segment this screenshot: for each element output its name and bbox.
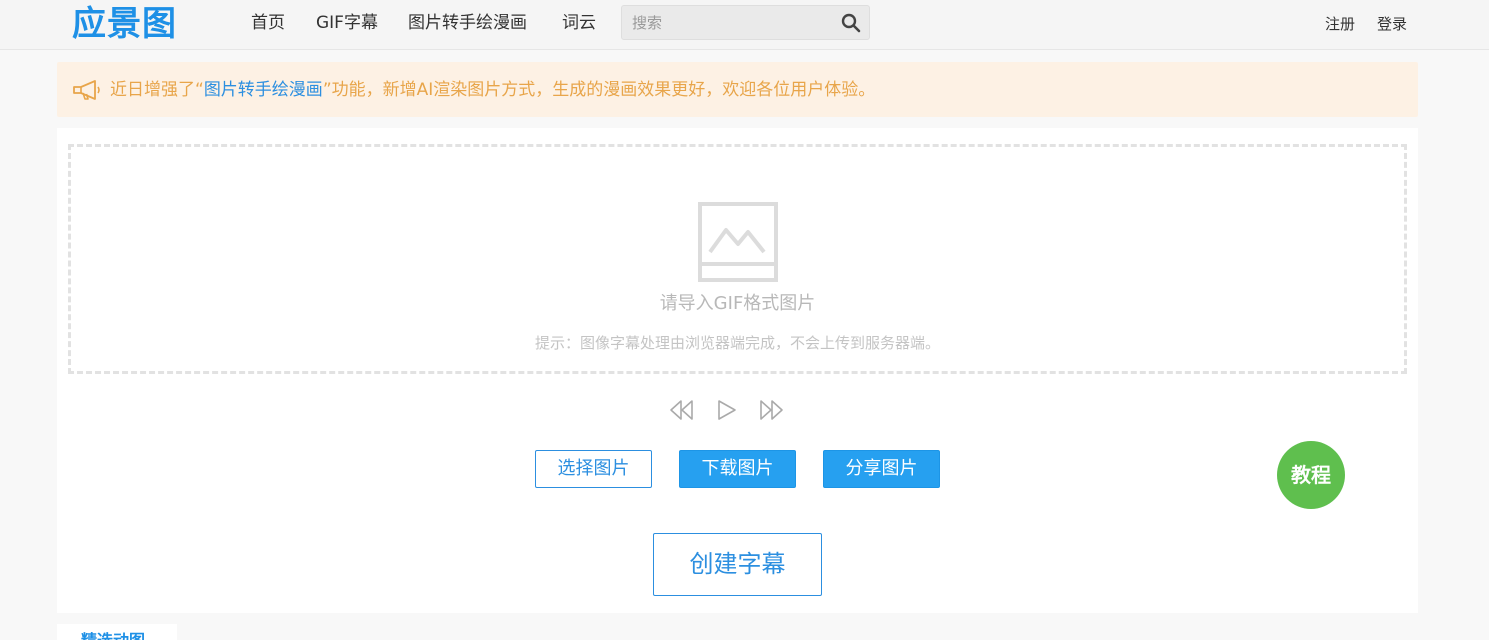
nav-photo-to-comic[interactable]: 图片转手绘漫画 — [408, 12, 527, 34]
gif-upload-dropzone[interactable]: 请导入GIF格式图片 提示：图像字幕处理由浏览器端完成，不会上传到服务器端。 — [68, 144, 1407, 374]
section-tab-label: 精选动图 — [81, 631, 145, 640]
search-box — [621, 5, 870, 40]
fast-forward-icon[interactable] — [758, 398, 784, 422]
share-image-button[interactable]: 分享图片 — [823, 450, 940, 488]
search-icon[interactable] — [841, 13, 861, 33]
section-tab[interactable]: 精选动图 — [57, 624, 177, 640]
tutorial-button[interactable]: 教程 — [1277, 441, 1345, 509]
top-navbar: 应景图 首页 GIF字幕 图片转手绘漫画 词云 注册 登录 — [0, 0, 1489, 50]
upload-title: 请导入GIF格式图片 — [659, 293, 816, 314]
announcement-feature-link[interactable]: 图片转手绘漫画 — [204, 80, 323, 100]
announcement-banner: 近日增强了“图片转手绘漫画”功能，新增AI渲染图片方式，生成的漫画效果更好，欢迎… — [57, 62, 1418, 117]
quote-open: “ — [195, 80, 204, 100]
rewind-icon[interactable] — [669, 398, 695, 422]
download-image-button[interactable]: 下载图片 — [679, 450, 796, 488]
select-image-button[interactable]: 选择图片 — [535, 450, 652, 488]
nav-gif-subtitle[interactable]: GIF字幕 — [316, 12, 378, 34]
image-icon — [698, 202, 778, 282]
search-input[interactable] — [632, 12, 832, 34]
nav-home[interactable]: 首页 — [251, 12, 285, 34]
quote-close: ” — [322, 80, 332, 100]
upload-hint: 提示：图像字幕处理由浏览器端完成，不会上传到服务器端。 — [534, 334, 940, 352]
announcement-prefix: 近日增强了 — [110, 80, 195, 100]
nav-word-cloud[interactable]: 词云 — [562, 12, 596, 34]
site-logo[interactable]: 应景图 — [72, 4, 177, 44]
register-link[interactable]: 注册 — [1325, 14, 1355, 34]
main-panel: 请导入GIF格式图片 提示：图像字幕处理由浏览器端完成，不会上传到服务器端。 选… — [57, 128, 1418, 613]
create-subtitle-button[interactable]: 创建字幕 — [653, 533, 822, 596]
megaphone-icon — [73, 80, 100, 100]
play-icon[interactable] — [713, 398, 739, 422]
announcement-text: 近日增强了“图片转手绘漫画”功能，新增AI渲染图片方式，生成的漫画效果更好，欢迎… — [110, 79, 875, 101]
announcement-suffix: 功能，新增AI渲染图片方式，生成的漫画效果更好，欢迎各位用户体验。 — [331, 80, 876, 100]
login-link[interactable]: 登录 — [1377, 14, 1407, 34]
